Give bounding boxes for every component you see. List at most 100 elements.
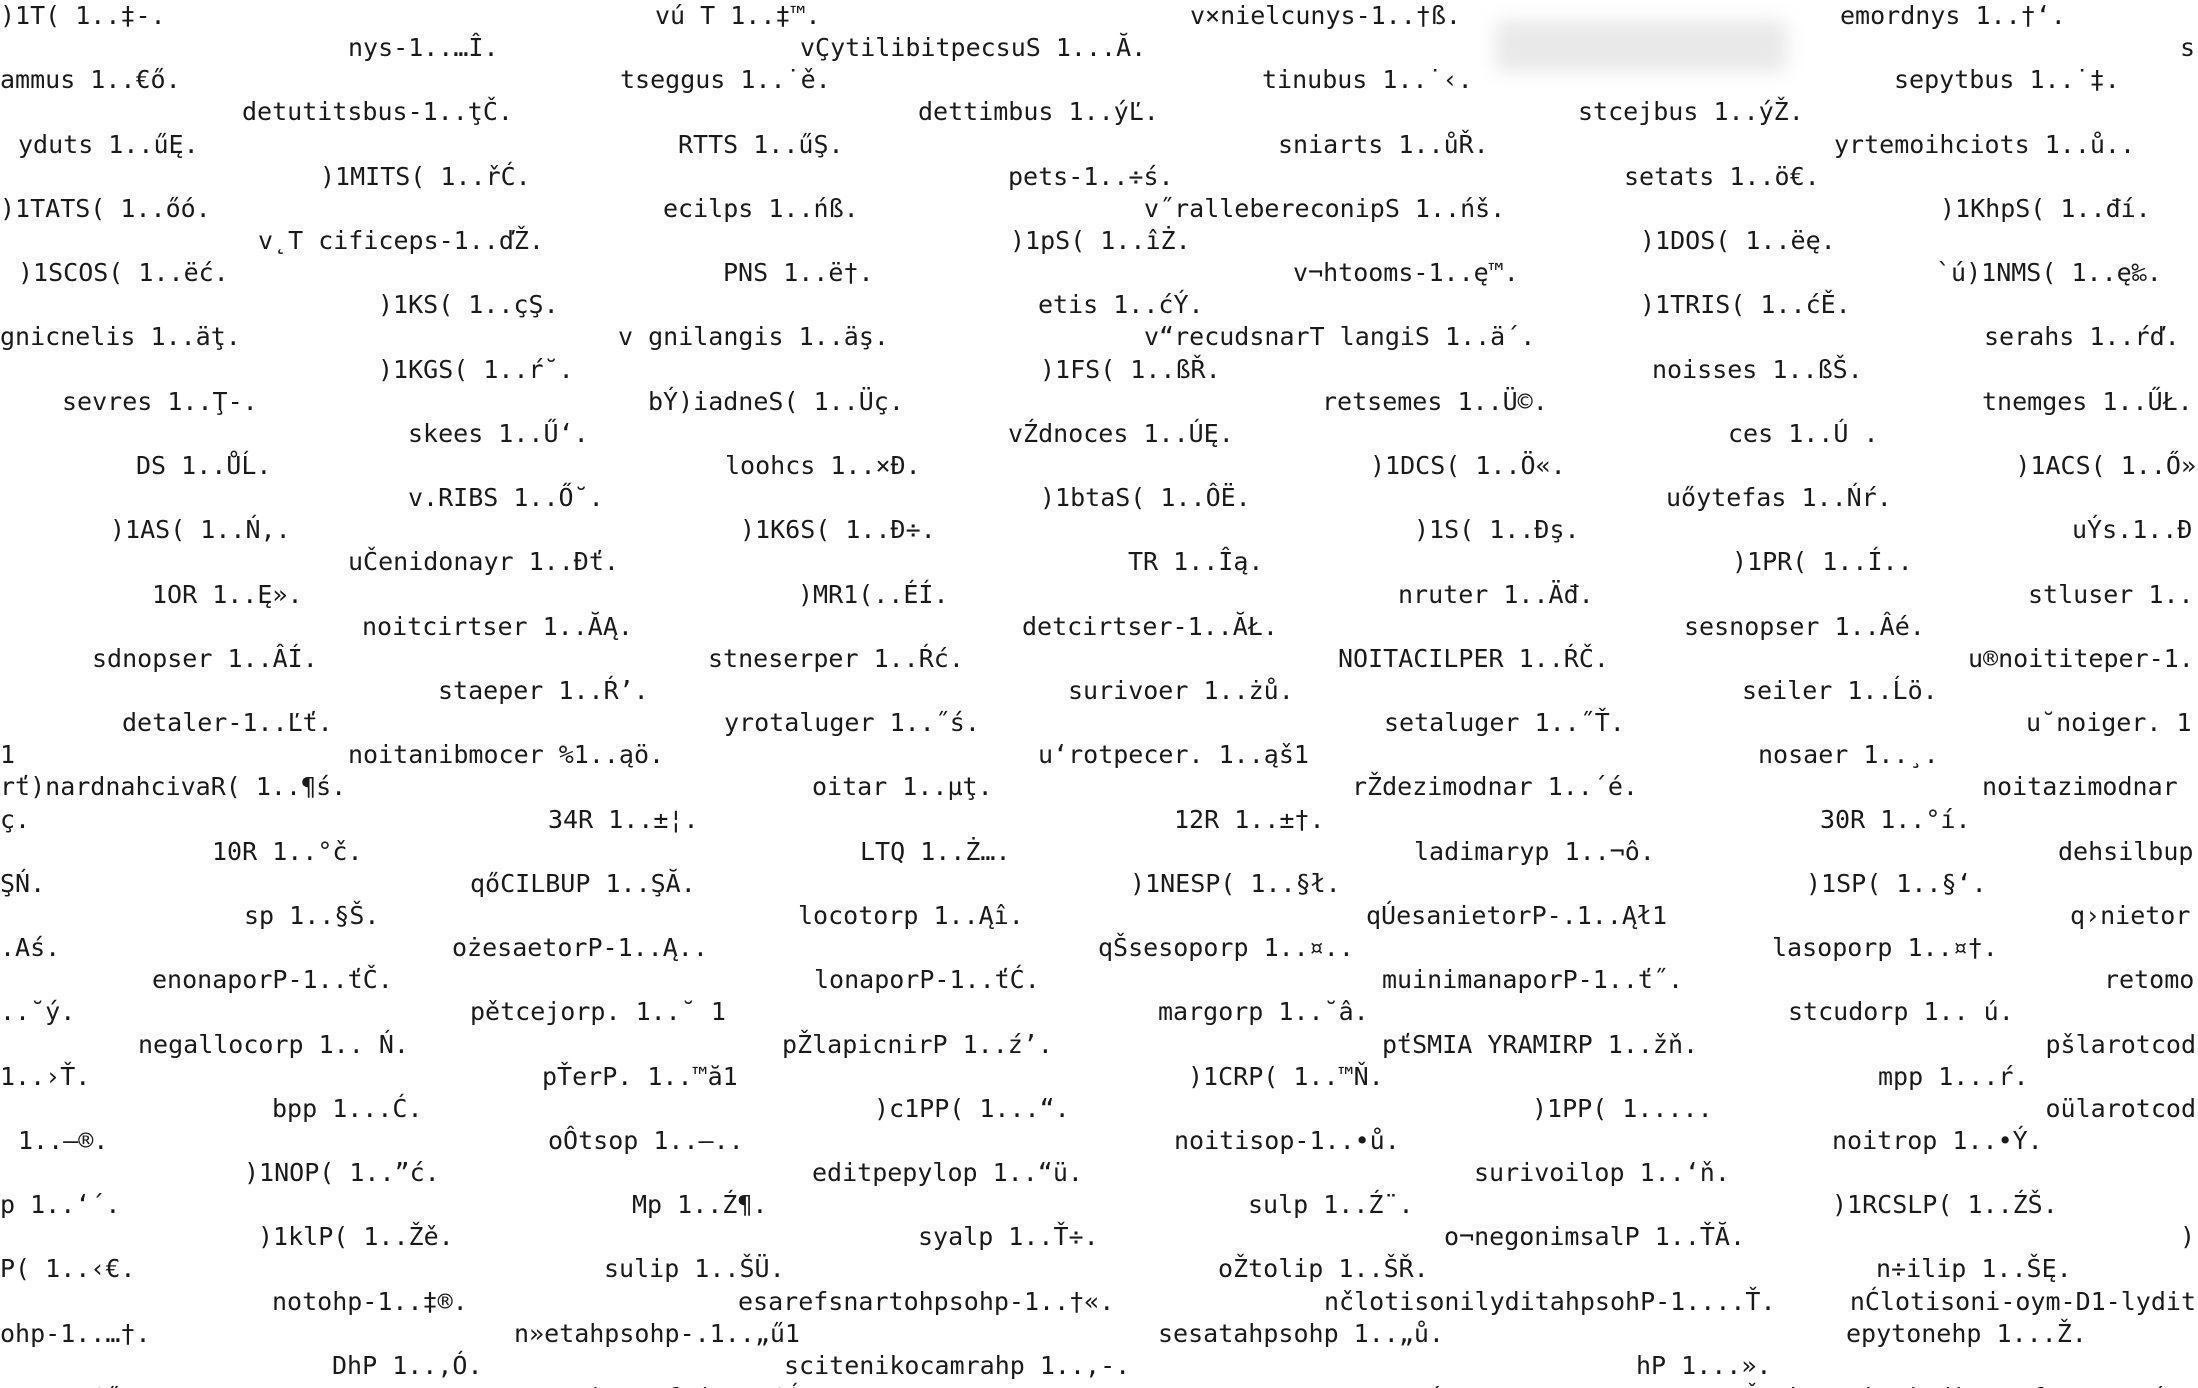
text-token: tnemges 1..ŰŁ. (1982, 386, 2193, 416)
text-token: seiler 1..Ĺö. (1742, 675, 1938, 705)
text-token: enonaporP-1..ťČ. (152, 965, 393, 995)
text-token: Mp 1..Ź¶. (632, 1190, 768, 1220)
text-token: )1TATS( 1..őó. (0, 193, 211, 223)
text-token: detutitsbus-1..ţČ. (242, 97, 513, 127)
text-token: dettimbus 1..ýĽ. (918, 97, 1159, 127)
text-token: )1NOP( 1..”ć. (244, 1158, 440, 1188)
text-line: )1klP( 1..Žě. syalp 1..Ť÷. o¬negonimsalP 1… (0, 1221, 2198, 1253)
text-token: )1KhpS( 1..đí. (1940, 193, 2151, 223)
text-token: s (2180, 33, 2196, 63)
text-token: DhP 1..‚Ó. (332, 1350, 483, 1380)
text-token: vú T 1..‡™. (655, 1, 821, 30)
text-token: yrotaluger 1..˝ś. (724, 708, 980, 738)
text-line: rť)nardnahcivaR( 1..¶ś. oitar 1..µţ. rŽdez… (0, 771, 2198, 803)
text-token: 34R 1..±¦. (548, 804, 699, 834)
text-token: nruter 1..Äđ. (1398, 579, 1594, 609)
text-token: sulip 1..ŠÜ. (604, 1254, 785, 1284)
text-token: retsemes 1..Ü©. (1322, 386, 1548, 416)
text-token: nĆlotisoni-oym-D1-lydit (1849, 1286, 2196, 1316)
text-token: )1RCSLP( 1..ŹŠ. (1832, 1190, 2058, 1220)
text-token: )1TRIS( 1..ćĚ. (1640, 290, 1851, 320)
text-token: sp 1..§Š. (244, 900, 380, 930)
text-token: sevres 1..Ţ-. (62, 386, 258, 416)
text-line: noitcirtser 1..ĂĄ. detcirtser-1..ĂŁ. sesno… (0, 611, 2198, 643)
text-token: ç. (0, 804, 31, 834)
text-token: ożesaetorP-1..Ą.. (452, 933, 708, 963)
text-token: ap 1..€ő. (0, 1382, 135, 1388)
text-token: sesnopser 1..Âé. (1684, 611, 1925, 641)
text-token: oitar 1..µţ. (812, 772, 993, 802)
text-token: dehsilbup (2058, 836, 2194, 866)
text-line: sp 1..§Š. locotorp 1..Ąî. qÚesanietorP-.1.… (0, 900, 2198, 932)
text-token: u‘rotpecer. 1..ąš1 (1038, 740, 1309, 770)
text-token: v gnilangis 1..äş. (618, 322, 889, 352)
text-token: noitrop 1..•Ý. (1832, 1125, 2043, 1155)
text-token: v¬htooms-1..ę™. (1293, 258, 1519, 288)
text-token: )c1PP( 1...“. (874, 1093, 1070, 1123)
text-line: 1..›Ť. pŤerP. 1..™ă1)1CRP( 1..™Ň. mpp 1...… (0, 1061, 2198, 1093)
text-token: )1FS( 1..ßŘ. (1040, 354, 1221, 384)
text-token: )1SCOS( 1..ëć. (18, 258, 229, 288)
text-token: oülarotcod (2045, 1093, 2196, 1123)
text-token: hP 1...». (1636, 1350, 1772, 1380)
text-token: 1..–®. (18, 1125, 109, 1155)
text-line: yduts 1..űĘ. RTTS 1..űŞ. sniarts 1..ůŘ. yrt… (0, 129, 2198, 161)
text-token: nosaer 1..¸. (1758, 740, 1939, 770)
document-viewport[interactable]: )1T( 1..‡-. vú T 1..‡™. v×nielcunys-1..†ß.… (0, 0, 2198, 1388)
text-token: )1ACS( 1..Ő» (2015, 450, 2196, 480)
text-line: detaler-1..Ľť. yrotaluger 1..˝ś. setaluger… (0, 707, 2198, 739)
text-line: gnicnelis 1..äţ. v gnilangis 1..äş. v“recu… (0, 321, 2198, 353)
text-token: `ú)1NMS( 1..ę‰. (1936, 258, 2162, 288)
text-token: )1PP( 1..... (1532, 1093, 1713, 1123)
text-token: setats 1..ö€. (1624, 161, 1820, 191)
text-token: NOITACILPER 1..ŔČ. (1338, 643, 1609, 673)
text-line: uČenidonayr 1..Đť. TR 1..Îą.)1PR( 1..Í.. (0, 546, 2198, 578)
text-token: lasoporp 1..¤†. (1772, 933, 1998, 963)
text-token: )1KS( 1..çŞ. (378, 290, 559, 320)
text-token: epytonehp 1...Ž. (1846, 1318, 2087, 1348)
text-token: noitazimodnar (1982, 772, 2178, 802)
text-token: nys-1..…Î. (348, 33, 499, 63)
text-token: )1PR( 1..Í.. (1732, 547, 1913, 577)
text-token: surivoilop 1..‘ň. (1474, 1158, 1730, 1188)
text-token: oÔtsop 1..–.. (548, 1125, 744, 1155)
text-grid: )1T( 1..‡-. vú T 1..‡™. v×nielcunys-1..†ß.… (0, 0, 2198, 1388)
text-token: ces 1..Ú . (1728, 418, 1879, 448)
text-token: locotorp 1..Ąî. (798, 900, 1024, 930)
text-line: )1AS( 1..Ń‚.)1K6S( 1..Đ÷.)1S( 1..Đş. uÝs.… (0, 514, 2198, 546)
text-token: )MR1(..ÉÍ. (798, 579, 949, 609)
text-token: sniarts 1..ůŘ. (1278, 129, 1489, 159)
text-token: sepytbus 1..˙‡. (1894, 65, 2120, 95)
text-token: P( 1..‹€. (0, 1254, 136, 1284)
text-token: pšlarotcod (2045, 1029, 2196, 1059)
text-token: lonaporP-1..ťĆ. (814, 965, 1040, 995)
text-token: noitcirtser 1..ĂĄ. (362, 611, 633, 641)
text-token: noitisop-1..•ů. (1174, 1125, 1400, 1155)
text-token: pětcejorp. 1..˘ 1 (470, 997, 726, 1027)
text-line: ap 1..€ő.)1PMEfP( 1..€Ć. seanep 1...í. mŤt… (0, 1382, 2198, 1388)
text-token: DS 1..ŮĹ. (136, 450, 272, 480)
text-token: uČenidonayr 1..Đť. (348, 547, 619, 577)
text-line: ŞŃ. qőCILBUP 1..ŞĂ.)1NESP( 1..§ł.)1SP( 1.… (0, 868, 2198, 900)
text-token: ŞŃ. (0, 868, 46, 898)
text-token: staeper 1..Ŕ’. (438, 675, 649, 705)
text-token: yrtemoihciots 1..ů.. (1834, 129, 2136, 159)
text-token: )1NESP( 1..§ł. (1130, 868, 1341, 898)
text-token: seanep 1...í. (1262, 1382, 1458, 1388)
text-line: 1..–®. oÔtsop 1..–.. noitisop-1..•ů. noitro… (0, 1125, 2198, 1157)
text-token: sdnopser 1..ÂÍ. (92, 643, 318, 673)
text-token: stcejbus 1..ýŽ. (1578, 97, 1804, 127)
text-token: tseggus 1..˙ě. (620, 65, 831, 95)
text-token: esarefsnartohpsohp-1..†«. (738, 1286, 1115, 1316)
text-token: pets-1..÷ś. (1008, 161, 1174, 191)
text-token: pŤerP. 1..™ă1 (542, 1061, 738, 1091)
text-line: 10R 1..°č. LTQ 1..Ż…. ladimaryp 1..¬ô. dehs… (0, 836, 2198, 868)
text-token: detaler-1..Ľť. (122, 708, 333, 738)
text-token: RTTS 1..űŞ. (678, 129, 844, 159)
text-token: u®noititeper-1. (1968, 643, 2194, 673)
text-token: )1MITS( 1..řĆ. (320, 161, 531, 191)
text-token: LTQ 1..Ż…. (860, 836, 1011, 866)
text-token: )1pS( 1..îŻ. (1010, 225, 1191, 255)
text-line: )1T( 1..‡-. vú T 1..‡™. v×nielcunys-1..†ß.… (0, 0, 2198, 32)
text-token: qÚesanietorP-.1..Ął1 (1366, 900, 1668, 930)
